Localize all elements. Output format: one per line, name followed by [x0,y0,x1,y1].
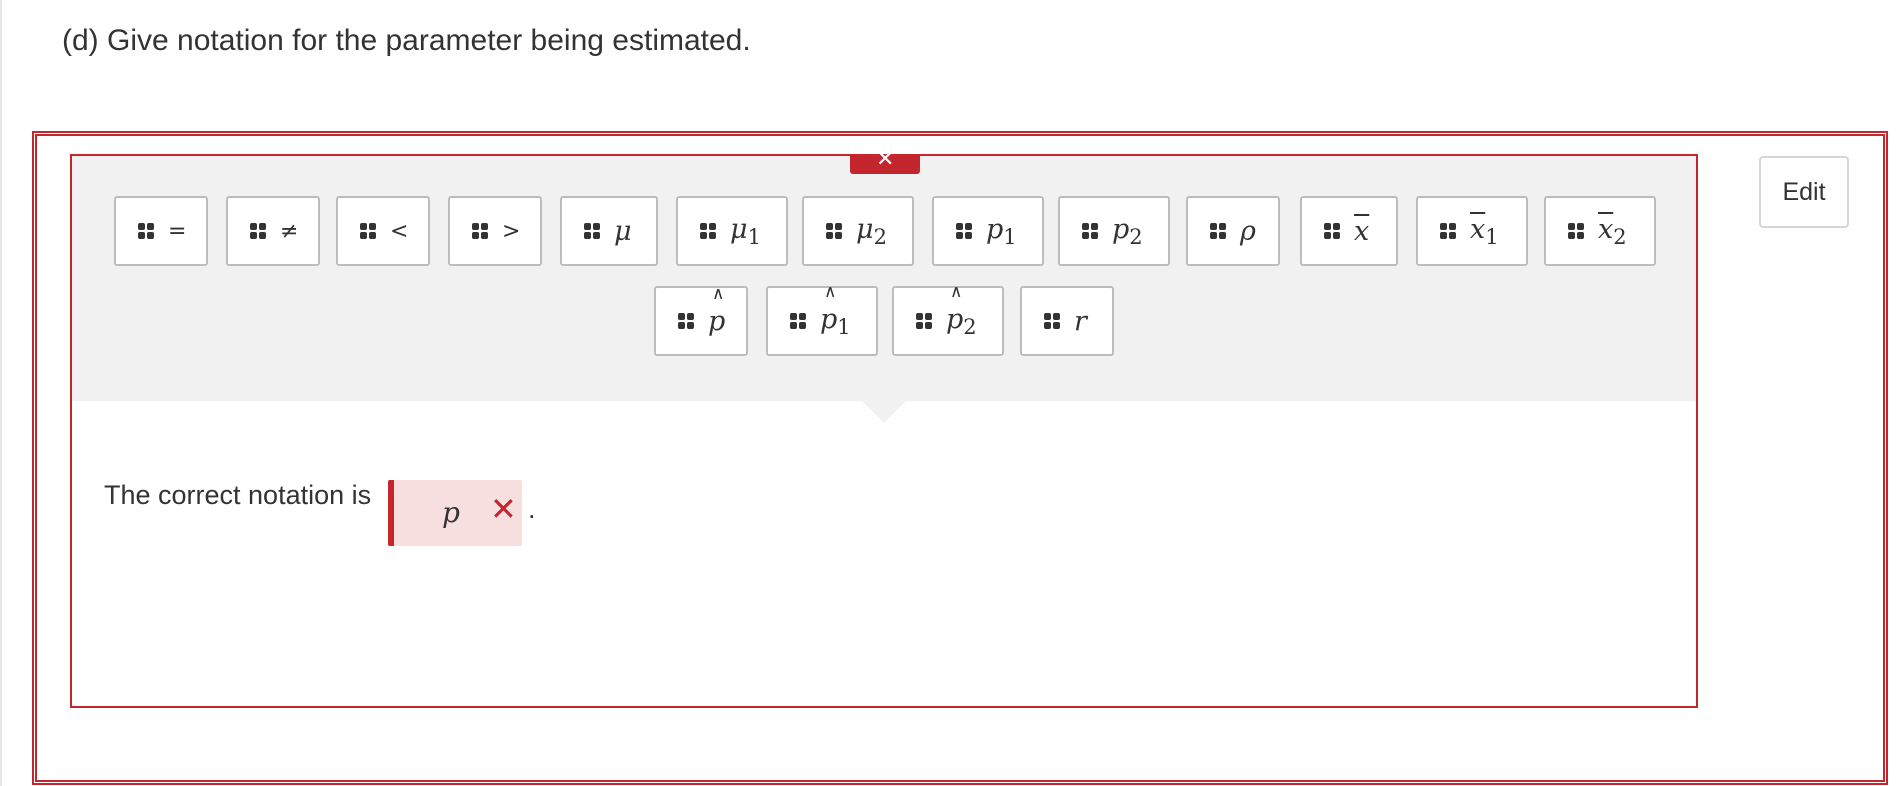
palette-pointer [862,401,906,423]
answer-prompt: The correct notation is [104,480,372,510]
drag-handle-icon [472,223,488,239]
symbol-label: ∧ p2 [946,282,977,339]
symbol-subscript: 1 [1003,224,1017,249]
drag-handle-icon [790,313,806,329]
drag-handle-icon [360,223,376,239]
symbol-tile[interactable]: x2 [1544,196,1656,266]
symbol-label: x1 [1470,214,1499,249]
symbol-label: μ2 [856,214,887,249]
symbol-tile[interactable]: μ1 [676,196,788,266]
drag-handle-icon [1568,223,1584,239]
symbol-label: x2 [1598,214,1627,249]
symbol-main: p [946,303,964,335]
symbol-subscript: 1 [1485,224,1499,249]
symbol-label: μ1 [730,214,761,249]
symbol-main: = [168,218,187,244]
symbol-label: > [502,219,520,244]
question-text: (d) Give notation for the parameter bein… [62,24,751,57]
symbol-main: μ [614,215,632,247]
symbol-main: μ [730,213,748,245]
symbol-tile[interactable]: ∧ p2 [892,282,1004,356]
drag-handle-icon [250,223,266,239]
drag-handle-icon [1210,223,1226,239]
symbol-label: p2 [1112,214,1143,249]
drag-handle-icon [1440,223,1456,239]
symbol-tile[interactable]: p2 [1058,196,1170,266]
drag-handle-icon [826,223,842,239]
symbol-main: x [1354,215,1370,247]
drag-handle-icon [1082,223,1098,239]
symbol-tile[interactable]: < [336,196,430,266]
close-palette-button[interactable]: ✕ [850,154,920,174]
symbol-tile[interactable]: p1 [932,196,1044,266]
symbol-label: ∧ p1 [820,282,851,339]
drag-handle-icon [700,223,716,239]
symbol-label: r [1074,306,1087,337]
symbol-tile[interactable]: = [114,196,208,266]
symbol-label: < [390,219,408,244]
symbol-main: p [1112,213,1130,245]
symbol-main: x [1598,213,1614,245]
symbol-subscript: 1 [747,224,761,249]
symbol-main: p [986,213,1004,245]
symbol-main: < [390,218,409,244]
symbol-main: x [1470,213,1486,245]
answer-drop-zone[interactable]: p ✕ [388,480,522,546]
symbol-main: ≠ [280,218,299,244]
symbol-main: μ [856,213,874,245]
edit-button[interactable]: Edit [1759,156,1849,228]
symbol-main: p [820,303,838,335]
symbol-tile[interactable]: μ2 [802,196,914,266]
symbol-main: p [708,305,726,337]
close-icon: ✕ [876,154,895,171]
symbol-tile[interactable]: x1 [1416,196,1528,266]
incorrect-icon[interactable]: ✕ [490,490,517,528]
drag-handle-icon [138,223,154,239]
symbol-tile[interactable]: ρ [1186,196,1280,266]
symbol-label: x [1354,216,1369,247]
drag-drop-question-area: = ≠ < > μ μ1 μ2 p1 p2 ρ x x1 x2 ∧ p ∧ p1 ∧ p2 r ✕ [70,154,1698,708]
symbol-tile[interactable]: ≠ [226,196,320,266]
hat-accent: ∧ [824,281,837,302]
symbol-tile[interactable]: x [1300,196,1398,266]
symbol-tile[interactable]: > [448,196,542,266]
symbol-label: ∧ p [708,284,726,337]
symbol-tile[interactable]: μ [560,196,658,266]
left-edge-divider [0,0,2,786]
symbol-label: ≠ [280,219,298,244]
symbol-subscript: 1 [837,314,851,339]
drag-handle-icon [1324,223,1340,239]
hat-accent: ∧ [712,283,725,304]
symbol-label: μ [614,216,632,247]
drag-handle-icon [678,313,694,329]
symbol-tile[interactable]: r [1020,286,1114,356]
drag-handle-icon [1044,313,1060,329]
drag-handle-icon [584,223,600,239]
symbol-subscript: 2 [1613,224,1627,249]
symbol-label: p1 [986,214,1017,249]
symbol-subscript: 2 [873,224,887,249]
symbol-main: r [1074,305,1087,337]
drag-handle-icon [916,313,932,329]
symbol-subscript: 2 [1129,224,1143,249]
symbol-main: > [502,218,521,244]
symbol-label: = [168,219,186,244]
drag-handle-icon [956,223,972,239]
symbol-subscript: 2 [963,314,977,339]
symbol-palette: = ≠ < > μ μ1 μ2 p1 p2 ρ x x1 x2 ∧ p ∧ p1 ∧ p2 r [72,156,1696,401]
symbol-tile[interactable]: ∧ p1 [766,282,878,356]
answer-value: p [442,496,460,529]
symbol-tile[interactable]: ∧ p [654,284,748,356]
symbol-main: ρ [1240,215,1256,247]
hat-accent: ∧ [950,281,963,302]
answer-period: . [528,494,536,524]
symbol-label: ρ [1240,216,1256,247]
